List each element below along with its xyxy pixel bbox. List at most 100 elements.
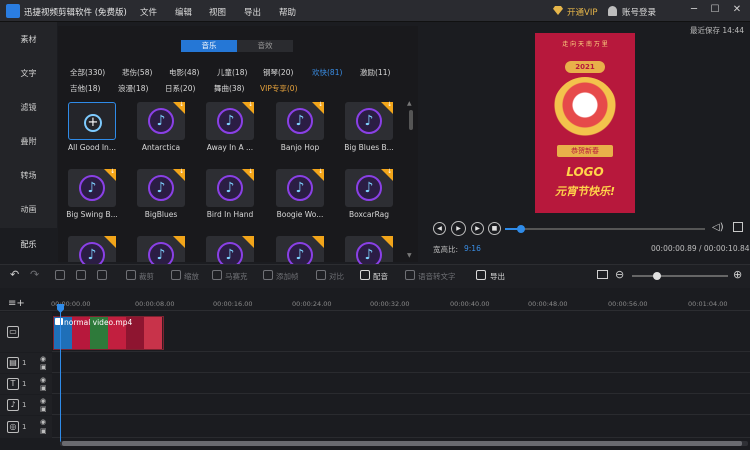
lock-icon[interactable]: ▣ (40, 363, 47, 371)
menu-view[interactable]: 视图 (209, 6, 226, 18)
music-tile-selected[interactable]: + (68, 102, 116, 140)
crop-icon[interactable] (126, 270, 136, 280)
compare-icon[interactable] (316, 270, 326, 280)
playhead-line[interactable] (60, 308, 61, 442)
menu-help[interactable]: 帮助 (279, 6, 296, 18)
aspect-ratio-value[interactable]: 9:16 (464, 244, 481, 253)
sidebar-item-transitions[interactable]: 转场 (0, 159, 57, 193)
download-badge-icon[interactable] (173, 236, 185, 248)
music-tile[interactable]: ♪ (276, 236, 324, 268)
scroll-up-icon[interactable]: ▲ (407, 100, 412, 107)
voice-track[interactable] (0, 416, 750, 438)
sidebar-item-animation[interactable]: 动画 (0, 193, 57, 227)
category-inspiring[interactable]: 激励(11) (360, 67, 390, 78)
compare-button[interactable]: 对比 (329, 271, 344, 282)
category-guitar[interactable]: 吉他(18) (70, 83, 100, 94)
music-tile[interactable]: ♪ ↓ (68, 168, 116, 207)
music-tile[interactable]: ♪ (137, 236, 185, 268)
next-frame-icon[interactable]: ▶ (471, 222, 484, 235)
add-frame-button[interactable]: 添加帧 (276, 271, 299, 282)
category-kids[interactable]: 儿童(18) (217, 67, 247, 78)
mosaic-icon[interactable] (212, 270, 222, 280)
vip-button[interactable]: 开通VIP (567, 6, 597, 18)
split-icon[interactable] (55, 270, 65, 280)
category-cheerful[interactable]: 欢快(81) (312, 67, 342, 78)
menu-file[interactable]: 文件 (140, 6, 157, 18)
playback-progress-handle[interactable] (517, 225, 525, 233)
category-vip[interactable]: VIP专享(0) (260, 83, 298, 94)
music-tile[interactable]: ♪ ↓ (345, 101, 393, 140)
lock-icon[interactable]: ▣ (40, 427, 47, 435)
add-icon[interactable]: + (84, 114, 102, 132)
download-badge-icon[interactable] (312, 236, 324, 248)
timeline-zoom-slider[interactable] (632, 275, 728, 277)
music-tile[interactable]: ♪ ↓ (345, 168, 393, 207)
eye-icon[interactable]: ◉ (40, 418, 46, 426)
play-icon[interactable]: ▶ (451, 221, 466, 236)
zoom-out-icon[interactable]: ⊖ (615, 268, 624, 281)
menu-edit[interactable]: 编辑 (175, 6, 192, 18)
music-tile[interactable]: ♪ ↓ (206, 101, 254, 140)
sidebar-item-music[interactable]: 配乐 (0, 228, 57, 262)
export-button[interactable]: 导出 (490, 271, 505, 282)
sidebar-item-text[interactable]: 文字 (0, 57, 57, 91)
eye-icon[interactable]: ◉ (40, 397, 46, 405)
download-badge-icon[interactable] (381, 236, 393, 248)
category-romantic[interactable]: 浪漫(18) (118, 83, 148, 94)
music-tile[interactable]: ♪ ↓ (276, 168, 324, 207)
microphone-icon[interactable] (360, 270, 370, 280)
eye-icon[interactable]: ◉ (40, 376, 46, 384)
eye-icon[interactable]: ◉ (40, 355, 46, 363)
sidebar-item-overlays[interactable]: 叠附 (0, 125, 57, 159)
music-tile[interactable]: ♪ ↓ (276, 101, 324, 140)
video-track[interactable] (0, 353, 750, 373)
undo-icon[interactable]: ↶ (10, 268, 19, 281)
lock-icon[interactable]: ▣ (40, 384, 47, 392)
volume-icon[interactable]: ◁) (712, 222, 724, 233)
lock-icon[interactable]: ▣ (40, 405, 47, 413)
timeline-zoom-handle[interactable] (652, 272, 661, 280)
speech-to-text-button[interactable]: 语音转文字 (418, 271, 456, 282)
sidebar-item-media[interactable]: 素材 (0, 23, 57, 57)
fullscreen-icon[interactable] (733, 222, 743, 232)
zoom-tool-icon[interactable] (171, 270, 181, 280)
music-tile[interactable]: ♪ ↓ (206, 168, 254, 207)
close-icon[interactable]: ✕ (731, 4, 743, 16)
zoom-tool-button[interactable]: 缩放 (184, 271, 199, 282)
music-tile[interactable]: ♪ (206, 236, 254, 268)
mosaic-button[interactable]: 马赛克 (225, 271, 248, 282)
category-all[interactable]: 全部(330) (70, 67, 105, 78)
category-dance[interactable]: 舞曲(38) (214, 83, 244, 94)
playback-progress-track[interactable] (505, 228, 705, 230)
edit-icon[interactable] (97, 270, 107, 280)
music-track[interactable] (0, 395, 750, 415)
download-badge-icon[interactable] (242, 236, 254, 248)
music-tile[interactable]: ♪ (68, 236, 116, 268)
export-icon[interactable] (476, 270, 486, 280)
tab-sound-effects[interactable]: 音效 (237, 40, 293, 52)
library-scrollbar[interactable] (409, 110, 413, 130)
music-tile[interactable]: ♪ ↓ (137, 168, 185, 207)
voiceover-button[interactable]: 配音 (373, 271, 388, 282)
category-sad[interactable]: 悲伤(58) (122, 67, 152, 78)
add-frame-icon[interactable] (263, 270, 273, 280)
speech-to-text-icon[interactable] (405, 270, 415, 280)
crop-button[interactable]: 裁剪 (139, 271, 154, 282)
delete-icon[interactable] (76, 270, 86, 280)
category-piano[interactable]: 钢琴(20) (263, 67, 293, 78)
sidebar-item-filters[interactable]: 滤镜 (0, 91, 57, 125)
minimize-icon[interactable]: ─ (688, 4, 700, 16)
login-button[interactable]: 账号登录 (622, 6, 656, 18)
category-film[interactable]: 电影(48) (169, 67, 199, 78)
timeline-scrollbar-thumb[interactable] (62, 441, 742, 446)
redo-icon[interactable]: ↷ (30, 268, 39, 281)
scroll-down-icon[interactable]: ▼ (407, 252, 412, 259)
music-tile[interactable]: ♪ ↓ (137, 101, 185, 140)
previous-frame-icon[interactable]: ◀ (433, 222, 446, 235)
category-japanese[interactable]: 日系(20) (165, 83, 195, 94)
stop-icon[interactable]: ■ (488, 222, 501, 235)
download-badge-icon[interactable] (104, 236, 116, 248)
zoom-in-icon[interactable]: ⊕ (733, 268, 742, 281)
screen-icon[interactable] (597, 270, 608, 279)
add-track-icon[interactable]: ≡+ (8, 298, 25, 309)
